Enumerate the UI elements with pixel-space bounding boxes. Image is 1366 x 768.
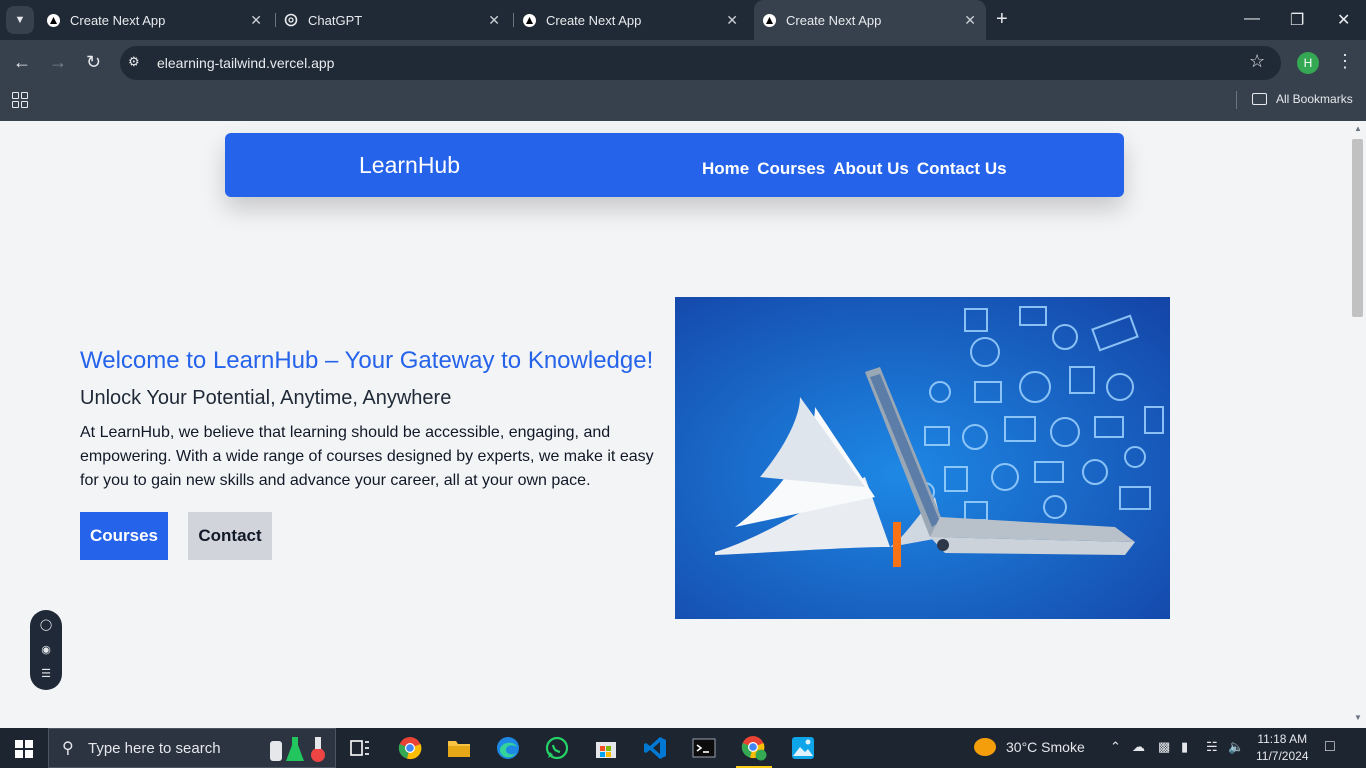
file-explorer-icon[interactable] [445, 734, 473, 762]
bookmarks-separator [1236, 91, 1237, 109]
nav-courses-link[interactable]: Courses [757, 159, 825, 179]
contact-button[interactable]: Contact [188, 512, 272, 560]
browser-menu-icon[interactable]: ⋮ [1336, 51, 1354, 72]
nextjs-favicon-icon [762, 13, 776, 27]
edge-icon[interactable] [494, 734, 522, 762]
restore-icon[interactable]: ❐ [1290, 10, 1304, 30]
battery-icon[interactable]: ▮ [1181, 739, 1188, 755]
hero-title: Welcome to LearnHub – Your Gateway to Kn… [80, 347, 654, 374]
back-icon[interactable]: ← [13, 52, 31, 73]
microsoft-store-icon[interactable] [592, 734, 620, 762]
reload-icon[interactable]: ↻ [86, 52, 101, 73]
hero-subtitle: Unlock Your Potential, Anytime, Anywhere [80, 387, 452, 409]
weather-text: 30°C Smoke [1006, 739, 1085, 755]
chrome-profile-icon[interactable] [736, 734, 772, 768]
menu-icon[interactable]: ☰ [40, 667, 52, 680]
nav-home-link[interactable]: Home [702, 159, 749, 179]
tab-title: ChatGPT [308, 12, 363, 28]
bookmark-star-icon[interactable]: ☆ [1249, 51, 1265, 72]
tray-chevron-up-icon[interactable]: ⌃ [1110, 739, 1121, 755]
new-tab-icon[interactable]: + [996, 8, 1008, 31]
photos-icon[interactable] [789, 734, 817, 762]
profile-avatar[interactable]: H [1297, 52, 1319, 74]
close-tab-icon[interactable]: ✕ [250, 12, 262, 29]
meet-now-icon[interactable]: ▩ [1158, 739, 1170, 755]
chat-icon[interactable]: ◯ [40, 618, 52, 631]
forward-icon[interactable]: → [49, 52, 67, 73]
all-bookmarks-label: All Bookmarks [1276, 92, 1353, 106]
nav-contact-link[interactable]: Contact Us [917, 159, 1007, 179]
scroll-down-arrow-icon[interactable]: ▼ [1354, 713, 1362, 722]
notification-icon[interactable]: □ [1325, 738, 1335, 756]
tab-separator [275, 13, 276, 27]
chatgpt-favicon-icon [284, 13, 298, 27]
tab-create-next-app-1[interactable]: Create Next App ✕ [46, 0, 272, 40]
close-tab-icon[interactable]: ✕ [488, 12, 500, 29]
tab-title: Create Next App [546, 12, 642, 28]
volume-icon[interactable]: 🔈 [1228, 739, 1244, 755]
close-tab-icon[interactable]: ✕ [726, 12, 738, 29]
tab-title: Create Next App [70, 12, 166, 28]
all-bookmarks-button[interactable]: All Bookmarks [1252, 92, 1353, 106]
scrollbar-thumb[interactable] [1352, 139, 1363, 317]
terminal-icon[interactable] [690, 734, 718, 762]
onedrive-cloud-icon[interactable]: ☁ [1132, 739, 1145, 755]
close-window-icon[interactable]: ✕ [1337, 10, 1350, 30]
chrome-icon[interactable] [396, 734, 424, 762]
clock-date: 11/7/2024 [1256, 749, 1309, 763]
taskbar-search-placeholder[interactable]: Type here to search [88, 740, 221, 757]
scroll-up-arrow-icon[interactable]: ▲ [1354, 124, 1362, 133]
tab-create-next-app-active[interactable]: Create Next App ✕ [754, 0, 986, 40]
search-icon: ⚲ [62, 740, 74, 757]
wifi-icon[interactable]: ☵ [1206, 739, 1218, 755]
page-viewport: LearnHub Home Courses About Us Contact U… [0, 121, 1350, 728]
bookmarks-bar [0, 86, 1366, 121]
toggle-icon[interactable]: ◉ [40, 643, 52, 656]
tab-create-next-app-2[interactable]: Create Next App ✕ [522, 0, 748, 40]
clock-time: 11:18 AM [1257, 732, 1308, 746]
windows-start-icon[interactable] [15, 740, 33, 758]
vscode-icon[interactable] [641, 734, 669, 762]
search-highlight-icon[interactable] [262, 734, 330, 762]
site-navbar: LearnHub Home Courses About Us Contact U… [225, 133, 1124, 197]
tab-separator [513, 13, 514, 27]
nextjs-favicon-icon [522, 13, 536, 27]
close-tab-icon[interactable]: ✕ [964, 12, 976, 29]
url-text[interactable]: elearning-tailwind.vercel.app [157, 55, 334, 71]
weather-sun-icon [974, 738, 996, 756]
floating-widget: ◯ ◉ ☰ [30, 610, 62, 690]
task-view-icon[interactable] [346, 734, 374, 762]
nav-about-link[interactable]: About Us [833, 159, 909, 179]
system-clock[interactable]: 11:18 AM 11/7/2024 [1256, 731, 1309, 765]
hero-image-laptop-book [675, 297, 1170, 619]
apps-grid-icon[interactable] [12, 92, 28, 108]
folder-icon [1252, 93, 1267, 105]
whatsapp-icon[interactable] [543, 734, 571, 762]
tab-search-button[interactable]: ▼ [6, 6, 34, 34]
site-logo[interactable]: LearnHub [359, 152, 460, 179]
courses-button[interactable]: Courses [80, 512, 168, 560]
weather-widget[interactable]: 30°C Smoke [974, 738, 1085, 756]
minimize-icon[interactable]: — [1244, 10, 1260, 28]
hero-description: At LearnHub, we believe that learning sh… [80, 424, 654, 489]
tab-chatgpt[interactable]: ChatGPT ✕ [284, 0, 510, 40]
nav-links: Home Courses About Us Contact Us [702, 159, 1007, 179]
nextjs-favicon-icon [46, 13, 60, 27]
site-info-icon[interactable]: ⚙ [128, 54, 146, 72]
tab-title: Create Next App [786, 12, 882, 28]
